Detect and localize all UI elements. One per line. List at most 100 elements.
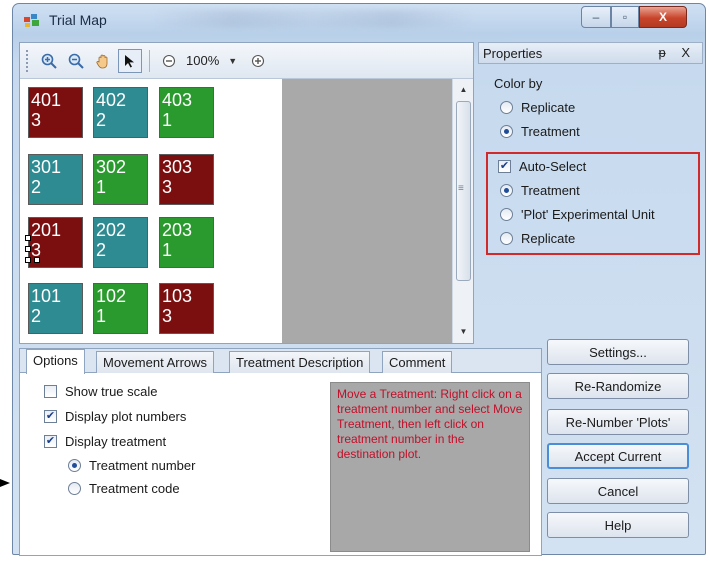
show-true-scale-option[interactable]: Show true scale [44, 384, 158, 399]
cancel-button[interactable]: Cancel [547, 478, 689, 504]
plot-402[interactable]: 402 2 [93, 87, 148, 138]
auto-select-replicate-radio[interactable] [500, 232, 513, 245]
plot-treatment: 1 [162, 110, 173, 130]
maximize-button[interactable]: ▫ [611, 6, 639, 28]
pan-button[interactable] [91, 49, 115, 73]
pin-close-icons[interactable]: ᵽ X [658, 45, 696, 60]
auto-select-treatment-option[interactable]: Treatment [500, 183, 580, 198]
selection-handle[interactable] [34, 257, 40, 263]
plot-number: 202 [96, 220, 127, 240]
plot-treatment: 2 [96, 110, 107, 130]
plot-203[interactable]: 203 1 [159, 217, 214, 268]
auto-select-plot-radio[interactable] [500, 208, 513, 221]
options-tab-panel: Options Movement Arrows Treatment Descri… [19, 348, 542, 556]
plot-treatment: 3 [31, 110, 42, 130]
close-button[interactable]: X [639, 6, 687, 28]
plot-treatment: 1 [162, 240, 173, 260]
treatment-number-label: Treatment number [89, 458, 196, 473]
plot-number: 301 [31, 157, 62, 177]
properties-panel: Properties ᵽ X Color by Replicate Treatm… [478, 42, 703, 262]
auto-select-plot-option[interactable]: 'Plot' Experimental Unit [500, 207, 655, 222]
toolbar-grip[interactable] [26, 49, 30, 72]
plot-202[interactable]: 202 2 [93, 217, 148, 268]
title-bar[interactable]: Trial Map – ▫ X [13, 4, 705, 36]
scroll-up-icon[interactable]: ▲ [453, 85, 474, 94]
plot-101[interactable]: 101 2 [28, 283, 83, 334]
display-plot-numbers-option[interactable]: ✔ Display plot numbers [44, 409, 186, 424]
color-by-replicate-option[interactable]: Replicate [500, 100, 575, 115]
zoom-level[interactable]: 100% [186, 53, 219, 68]
plot-103[interactable]: 103 3 [159, 283, 214, 334]
help-button[interactable]: Help [547, 512, 689, 538]
plot-302[interactable]: 302 1 [93, 154, 148, 205]
auto-select-treatment-radio[interactable] [500, 184, 513, 197]
tab-comment[interactable]: Comment [382, 351, 453, 373]
display-treatment-label: Display treatment [65, 434, 167, 449]
color-by-replicate-label: Replicate [521, 100, 576, 115]
plot-treatment: 3 [162, 177, 173, 197]
selection-handle[interactable] [25, 235, 31, 241]
plot-301[interactable]: 301 2 [28, 154, 83, 205]
plot-number: 402 [96, 90, 127, 110]
plot-401[interactable]: 401 3 [28, 87, 83, 138]
auto-select-option[interactable]: ✔ Auto-Select [498, 159, 586, 174]
options-tab-body: Show true scale ✔ Display plot numbers ✔… [20, 374, 541, 555]
auto-select-label: Auto-Select [519, 159, 587, 174]
map-toolbar: 100% ▼ [20, 43, 473, 79]
accept-current-button[interactable]: Accept Current [547, 443, 689, 469]
plot-403[interactable]: 403 1 [159, 87, 214, 138]
chevron-down-icon[interactable]: ▼ [228, 56, 237, 66]
settings-button[interactable]: Settings... [547, 339, 689, 365]
tab-strip: Options Movement Arrows Treatment Descri… [20, 349, 541, 374]
auto-select-plot-label: 'Plot' Experimental Unit [521, 207, 655, 222]
window-title: Trial Map [49, 12, 107, 28]
zoom-out-button[interactable] [64, 49, 88, 73]
minus-circle-icon [162, 54, 176, 67]
auto-select-treatment-label: Treatment [521, 183, 580, 198]
plot-number: 203 [162, 220, 193, 240]
map-pane: 100% ▼ 401 3 402 2 403 1 301 2 302 1 303 3 201 3 202 2 2… [19, 42, 474, 344]
toolbar-separator [149, 49, 150, 72]
plot-number: 302 [96, 157, 127, 177]
auto-select-checkbox[interactable]: ✔ [498, 160, 511, 173]
treatment-number-radio[interactable] [68, 459, 81, 472]
show-true-scale-checkbox[interactable] [44, 385, 57, 398]
pointer-button[interactable] [118, 48, 142, 73]
re-randomize-button[interactable]: Re-Randomize [547, 373, 689, 399]
zoom-in-icon [41, 53, 57, 69]
color-by-treatment-radio[interactable] [500, 125, 513, 138]
tab-options[interactable]: Options [26, 349, 85, 374]
selection-handle[interactable] [25, 246, 31, 252]
plot-102[interactable]: 102 1 [93, 283, 148, 334]
treatment-code-option[interactable]: Treatment code [68, 481, 180, 496]
display-plot-numbers-checkbox[interactable]: ✔ [44, 410, 57, 423]
trial-map-window: Trial Map – ▫ X 100% ▼ 401 3 402 2 403 1… [12, 3, 706, 556]
scroll-down-icon[interactable]: ▼ [453, 327, 474, 336]
zoom-increase-button[interactable] [246, 49, 270, 73]
display-treatment-option[interactable]: ✔ Display treatment [44, 434, 166, 449]
zoom-decrease-button[interactable] [157, 49, 181, 73]
tab-treatment-description[interactable]: Treatment Description [229, 351, 371, 373]
trial-map-canvas[interactable]: 401 3 402 2 403 1 301 2 302 1 303 3 201 3 202 2 203 1 101 2… [20, 79, 452, 343]
plot-number: 201 [31, 220, 62, 240]
re-number-plots-button[interactable]: Re-Number 'Plots' [547, 409, 689, 435]
tab-movement-arrows[interactable]: Movement Arrows [96, 351, 215, 373]
color-by-treatment-label: Treatment [521, 124, 580, 139]
hand-icon [96, 54, 108, 68]
color-by-treatment-option[interactable]: Treatment [500, 124, 580, 139]
color-by-replicate-radio[interactable] [500, 101, 513, 114]
blurred-background [153, 10, 473, 28]
plot-treatment: 2 [96, 240, 107, 260]
selection-handle[interactable] [25, 257, 31, 263]
auto-select-replicate-option[interactable]: Replicate [500, 231, 575, 246]
callout-arrow-icon [0, 479, 10, 487]
map-vertical-scrollbar[interactable]: ▲ ≡ ▼ [452, 79, 473, 343]
display-treatment-checkbox[interactable]: ✔ [44, 435, 57, 448]
plot-303[interactable]: 303 3 [159, 154, 214, 205]
zoom-in-button[interactable] [37, 49, 61, 73]
treatment-number-option[interactable]: Treatment number [68, 458, 195, 473]
display-plot-numbers-label: Display plot numbers [65, 409, 187, 424]
pointer-icon [125, 54, 134, 67]
minimize-button[interactable]: – [581, 6, 611, 28]
treatment-code-radio[interactable] [68, 482, 81, 495]
